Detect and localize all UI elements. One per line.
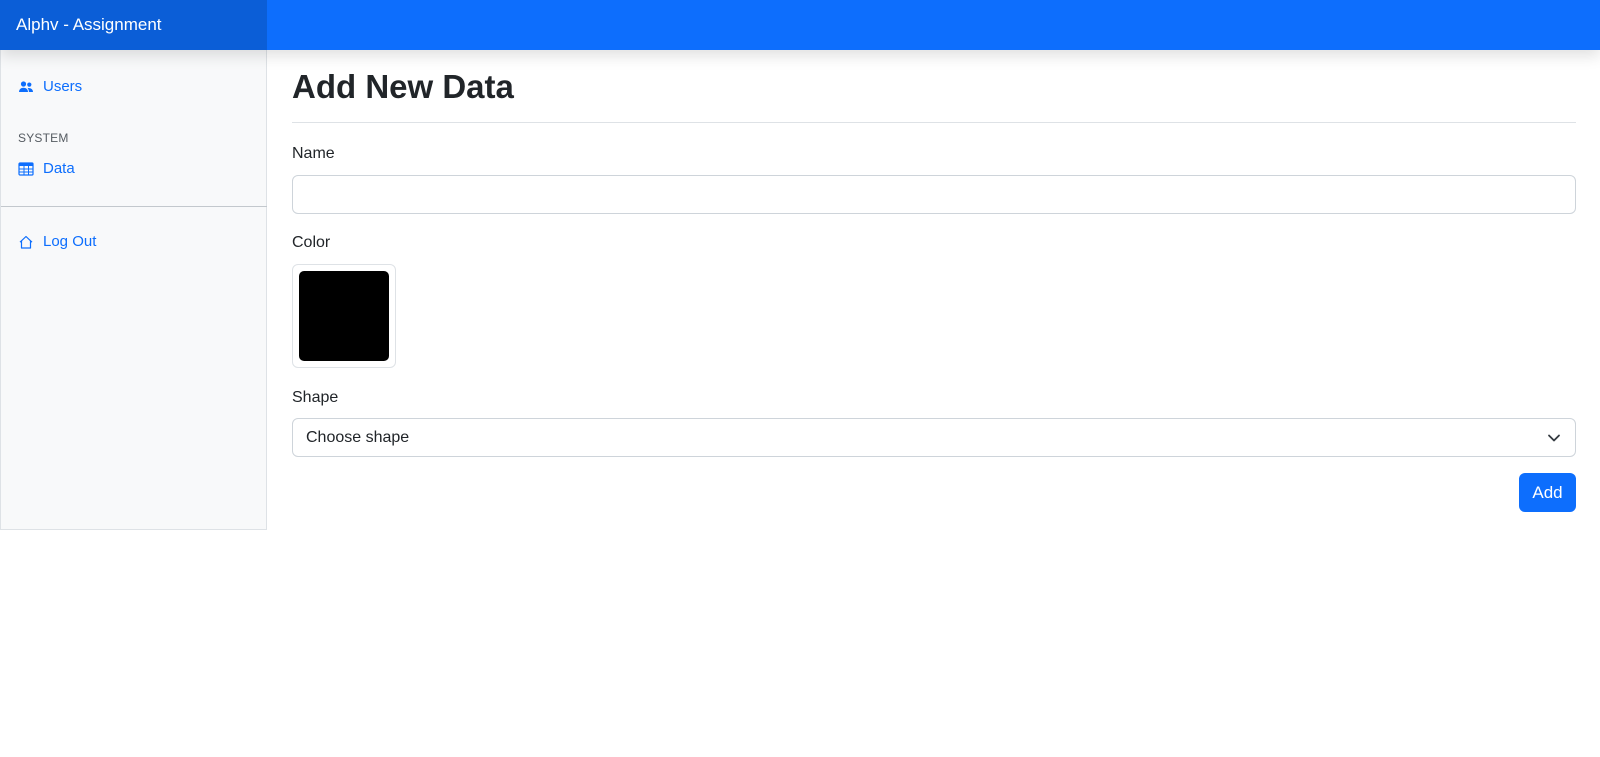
sidebar-item-label: Log Out: [43, 233, 97, 250]
sidebar-item-data[interactable]: Data: [18, 160, 75, 177]
chevron-down-icon: [1547, 431, 1561, 445]
users-icon: [18, 79, 34, 95]
title-divider: [292, 122, 1576, 123]
sidebar-item-label: Data: [43, 160, 75, 177]
color-swatch: [299, 271, 389, 361]
shape-label: Shape: [292, 389, 339, 406]
name-label: Name: [292, 145, 335, 162]
add-button[interactable]: Add: [1519, 473, 1576, 512]
top-navbar: Alphv - Assignment: [0, 0, 1600, 50]
table-icon: [18, 161, 34, 177]
sidebar-item-users[interactable]: Users: [18, 78, 82, 95]
sidebar: Users SYSTEM Data Log Out: [0, 50, 267, 530]
shape-select[interactable]: Choose shape: [292, 418, 1576, 457]
page-title: Add New Data: [292, 68, 514, 105]
sidebar-divider: [1, 206, 267, 207]
name-input[interactable]: [292, 175, 1576, 214]
home-icon: [18, 234, 34, 250]
section-heading-system: SYSTEM: [18, 131, 69, 145]
shape-select-value: Choose shape: [306, 428, 410, 446]
color-label: Color: [292, 234, 331, 251]
app-brand[interactable]: Alphv - Assignment: [0, 0, 267, 50]
sidebar-item-logout[interactable]: Log Out: [18, 233, 96, 250]
color-picker[interactable]: [292, 264, 396, 368]
sidebar-item-label: Users: [43, 78, 83, 95]
